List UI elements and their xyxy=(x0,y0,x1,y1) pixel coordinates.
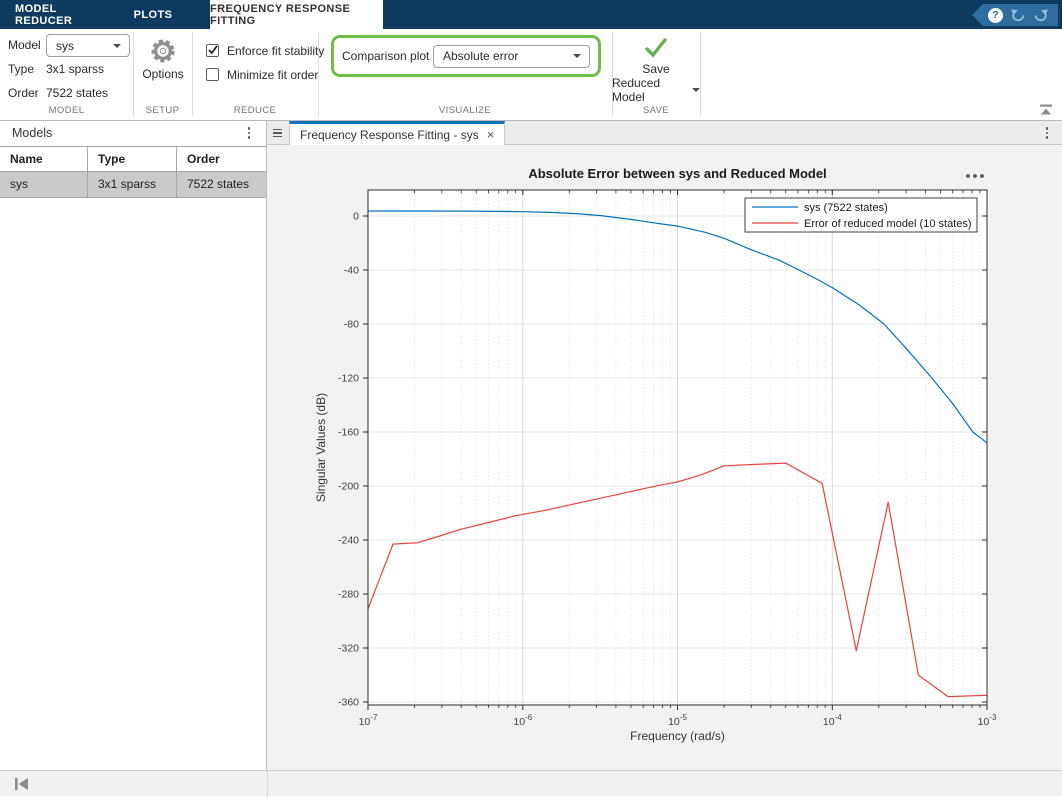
x-tick-label: 10-3 xyxy=(978,713,997,728)
column-header-type: Type xyxy=(88,147,177,172)
collapse-ribbon-icon[interactable] xyxy=(1038,104,1054,117)
y-tick-label: -200 xyxy=(338,481,359,493)
document-tab-title: Frequency Response Fitting - sys xyxy=(300,127,479,142)
document-tab-frf-sys[interactable]: Frequency Response Fitting - sys × xyxy=(289,121,506,145)
kebab-menu-icon[interactable] xyxy=(242,126,256,140)
models-table-header: Name Type Order xyxy=(0,147,266,172)
section-label-visualize: VISUALIZE xyxy=(438,105,492,116)
checkmark-icon xyxy=(208,45,218,55)
models-panel: Models Name Type Order sys 3x1 sparss 75… xyxy=(0,121,267,770)
order-label: Order xyxy=(8,86,39,100)
y-tick-label: 0 xyxy=(353,211,359,223)
model-dropdown[interactable]: sys xyxy=(46,34,130,57)
section-label-model: MODEL xyxy=(48,105,85,116)
enforce-fit-stability-label: Enforce fit stability xyxy=(227,44,325,58)
y-tick-label: -280 xyxy=(338,589,359,601)
chevron-down-icon xyxy=(573,54,581,58)
models-panel-header: Models xyxy=(0,121,266,146)
y-tick-label: -160 xyxy=(338,427,359,439)
save-reduced-model-button[interactable]: Save Reduced Model xyxy=(612,37,700,104)
chevron-down-icon xyxy=(113,43,121,48)
order-value: 7522 states xyxy=(46,86,109,100)
cell-type: 3x1 sparss xyxy=(88,172,177,197)
document-area: Frequency Response Fitting - sys × 10-7 1… xyxy=(267,121,1062,770)
x-tick-label: 10-5 xyxy=(668,713,687,728)
y-tick-label: -80 xyxy=(344,319,359,331)
y-tick-label: -240 xyxy=(338,535,359,547)
section-divider xyxy=(700,32,701,116)
section-label-save: SAVE xyxy=(642,105,670,116)
minimize-fit-order-checkbox[interactable] xyxy=(206,68,219,81)
model-reducer-app: MODEL REDUCER PLOTS FREQUENCY RESPONSE F… xyxy=(0,0,1062,797)
y-tick-label: -120 xyxy=(338,373,359,385)
x-axis-label: Frequency (rad/s) xyxy=(630,729,725,743)
section-label-setup: SETUP xyxy=(145,105,180,116)
save-button-line1: Save xyxy=(642,62,670,76)
model-dropdown-value: sys xyxy=(56,38,74,53)
legend[interactable]: sys (7522 states) Error of reduced model … xyxy=(744,197,978,233)
save-button-line2: Reduced Model xyxy=(612,76,661,104)
status-bar-divider xyxy=(267,771,268,797)
collapse-panel-icon[interactable] xyxy=(14,777,30,791)
comparison-plot-dropdown[interactable]: Absolute error xyxy=(433,44,590,68)
redo-icon[interactable] xyxy=(1033,8,1049,22)
y-axis-label: Singular Values (dB) xyxy=(314,393,328,502)
close-icon[interactable]: × xyxy=(487,128,495,141)
tab-frequency-response-fitting[interactable]: FREQUENCY RESPONSE FITTING xyxy=(210,0,383,29)
section-divider xyxy=(192,32,193,116)
status-bar xyxy=(0,770,1062,797)
chevron-down-icon xyxy=(692,88,700,92)
comparison-plot-value: Absolute error xyxy=(443,49,519,63)
models-table: Name Type Order sys 3x1 sparss 7522 stat… xyxy=(0,146,266,198)
y-tick-label: -40 xyxy=(344,265,359,277)
hamburger-icon[interactable] xyxy=(273,127,285,139)
plot-options-menu-icon[interactable] xyxy=(966,174,984,178)
type-label: Type xyxy=(8,62,35,76)
column-header-order: Order xyxy=(177,147,266,172)
column-header-name: Name xyxy=(0,147,88,172)
section-divider xyxy=(318,32,319,116)
x-tick-label: 10-6 xyxy=(513,713,532,728)
frequency-response-chart[interactable]: 10-7 10-6 10-5 10-4 10-3 0 -40 -80 -120 -160 -200 -… xyxy=(267,145,1062,770)
chart-title: Absolute Error between sys and Reduced M… xyxy=(528,166,826,181)
tab-plots[interactable]: PLOTS xyxy=(128,0,178,29)
gear-icon xyxy=(151,39,175,63)
ribbon-tab-bar: MODEL REDUCER PLOTS FREQUENCY RESPONSE F… xyxy=(0,0,1062,29)
enforce-fit-stability-checkbox[interactable] xyxy=(206,44,219,57)
x-tick-label: 10-7 xyxy=(359,713,378,728)
section-label-reduce: REDUCE xyxy=(233,105,277,116)
document-tab-strip: Frequency Response Fitting - sys × xyxy=(267,121,1062,145)
help-icon[interactable]: ? xyxy=(988,7,1003,23)
undo-icon[interactable] xyxy=(1010,8,1026,22)
options-button[interactable]: Options xyxy=(134,37,192,81)
figure-container: 10-7 10-6 10-5 10-4 10-3 0 -40 -80 -120 -160 -200 -… xyxy=(267,145,1062,770)
y-tick-label: -360 xyxy=(338,697,359,709)
legend-entry: sys (7522 states) xyxy=(804,202,888,214)
minimize-fit-order-label: Minimize fit order xyxy=(227,68,319,82)
check-icon xyxy=(645,38,667,58)
toolstrip: Model sys Type 3x1 sparss Order 7522 sta… xyxy=(0,29,1062,121)
tab-model-reducer[interactable]: MODEL REDUCER xyxy=(15,0,111,29)
y-tick-label: -320 xyxy=(338,643,359,655)
model-label: Model xyxy=(8,38,41,52)
kebab-menu-icon[interactable] xyxy=(1040,126,1054,140)
comparison-plot-label: Comparison plot xyxy=(342,49,430,63)
type-value: 3x1 sparss xyxy=(46,62,105,76)
models-panel-title: Models xyxy=(12,126,53,140)
options-button-label: Options xyxy=(142,67,184,81)
comparison-plot-highlight: Comparison plot Absolute error xyxy=(331,35,601,77)
cell-name: sys xyxy=(0,172,88,197)
x-tick-label: 10-4 xyxy=(823,713,842,728)
legend-entry: Error of reduced model (10 states) xyxy=(804,218,972,230)
cell-order: 7522 states xyxy=(177,172,266,197)
quick-access-toolbar: ? xyxy=(972,4,1058,26)
table-row[interactable]: sys 3x1 sparss 7522 states xyxy=(0,172,266,197)
